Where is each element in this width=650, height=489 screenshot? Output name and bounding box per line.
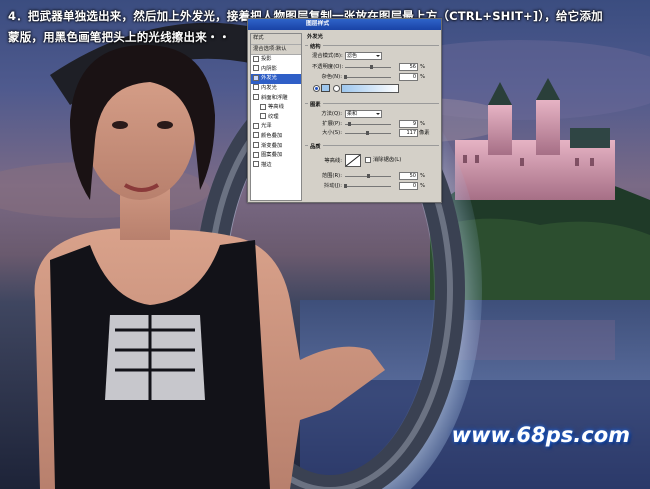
- jitter-label: 抖动(J):: [323, 183, 342, 189]
- style-item[interactable]: 光泽: [251, 122, 301, 132]
- gradient-radio[interactable]: [333, 85, 340, 92]
- size-slider[interactable]: [345, 131, 391, 135]
- blend-mode-dropdown[interactable]: 滤色: [345, 52, 382, 60]
- spread-label: 扩展(P):: [322, 121, 342, 127]
- style-item-label: 纹理: [268, 113, 279, 120]
- opacity-slider-knob[interactable]: [369, 65, 373, 69]
- style-checkbox[interactable]: [253, 142, 259, 149]
- quality-title: 品质: [308, 142, 323, 150]
- range-slider[interactable]: [345, 174, 391, 178]
- style-item-label: 颜色叠加: [261, 132, 283, 139]
- glow-gradient-picker[interactable]: [341, 84, 399, 93]
- range-field[interactable]: 50: [399, 172, 418, 180]
- jitter-slider-knob[interactable]: [344, 184, 347, 188]
- style-item-label: 渐变叠加: [261, 142, 283, 149]
- opacity-field[interactable]: 56: [399, 63, 418, 71]
- layer-style-dialog: 图层样式 样式 混合选项:默认 投影 内阴影 外发光 内发光 斜面和浮雕 等高线 纹理 光泽 颜色叠…: [247, 18, 442, 203]
- style-item-label: 内阴影: [261, 65, 277, 72]
- style-item-label: 等高线: [268, 104, 284, 111]
- spread-slider-knob[interactable]: [348, 122, 352, 126]
- style-item-label: 光泽: [261, 123, 272, 130]
- outer-glow-panel: 外发光 结构 混合模式(B): 滤色 不透明度(O): 56 % 杂色(N): …: [305, 33, 439, 201]
- style-item-label: 描边: [261, 161, 272, 168]
- style-checkbox[interactable]: [253, 65, 259, 72]
- structure-group: 结构 混合模式(B): 滤色 不透明度(O): 56 % 杂色(N): 0 %: [305, 42, 439, 96]
- dialog-title: 图层样式: [248, 19, 441, 30]
- opacity-unit: %: [420, 64, 426, 70]
- style-item-label: 样式: [253, 35, 264, 41]
- style-item[interactable]: 内发光: [251, 84, 301, 94]
- style-checkbox[interactable]: [260, 113, 266, 120]
- style-checkbox[interactable]: [253, 55, 259, 62]
- noise-field[interactable]: 0: [399, 73, 418, 81]
- spread-field[interactable]: 9: [399, 120, 418, 128]
- contour-label: 等高线:: [324, 158, 342, 164]
- jitter-slider[interactable]: [344, 184, 391, 188]
- style-checkbox[interactable]: [253, 151, 259, 158]
- color-radio[interactable]: [313, 85, 320, 92]
- style-item[interactable]: 外发光: [251, 74, 301, 84]
- spread-slider[interactable]: [345, 122, 391, 126]
- technique-dropdown[interactable]: 柔和: [345, 110, 382, 118]
- elements-title: 图素: [308, 100, 323, 108]
- range-slider-knob[interactable]: [367, 174, 370, 178]
- technique-label: 方法(Q):: [321, 111, 342, 117]
- style-item-label: 外发光: [261, 75, 277, 82]
- opacity-slider[interactable]: [345, 65, 391, 69]
- style-item[interactable]: 内阴影: [251, 65, 301, 75]
- style-checkbox[interactable]: [253, 161, 259, 168]
- quality-group: 品质 等高线: 消除锯齿(L) 范围(R): 50 % 抖动(J): 0 %: [305, 142, 439, 202]
- style-checkbox[interactable]: [260, 103, 266, 110]
- style-checkbox[interactable]: [253, 84, 259, 91]
- style-item-label: 投影: [261, 56, 272, 63]
- style-item[interactable]: 纹理: [251, 113, 301, 123]
- noise-unit: %: [420, 74, 426, 80]
- elements-group: 图素 方法(Q): 柔和 扩展(P): 9 % 大小(S): 117 像素: [305, 100, 439, 138]
- noise-slider-knob[interactable]: [344, 75, 347, 79]
- styles-list: 样式混合选项:默认投影内阴影外发光内发光斜面和浮雕等高线纹理光泽颜色叠加渐变叠加…: [250, 33, 302, 201]
- size-label: 大小(S):: [322, 130, 342, 136]
- noise-slider[interactable]: [344, 75, 391, 79]
- style-item-label: 图案叠加: [261, 152, 283, 159]
- jitter-field[interactable]: 0: [399, 182, 418, 190]
- panel-title: 外发光: [307, 34, 323, 40]
- range-label: 范围(R):: [321, 173, 342, 179]
- style-item-label: 混合选项:默认: [253, 45, 287, 52]
- jitter-unit: %: [420, 183, 426, 189]
- size-slider-knob[interactable]: [365, 131, 369, 135]
- glow-color-swatch[interactable]: [321, 84, 330, 92]
- style-item[interactable]: 颜色叠加: [251, 132, 301, 142]
- style-item[interactable]: 渐变叠加: [251, 142, 301, 152]
- style-item-label: 内发光: [261, 84, 277, 91]
- contour-curve-icon: [346, 155, 360, 166]
- style-checkbox[interactable]: [253, 132, 259, 139]
- style-checkbox[interactable]: [253, 74, 259, 81]
- antialias-checkbox[interactable]: [365, 157, 371, 163]
- style-item[interactable]: 混合选项:默认: [251, 44, 301, 56]
- style-checkbox[interactable]: [253, 122, 259, 129]
- spread-unit: %: [420, 121, 426, 127]
- structure-title: 结构: [308, 42, 323, 50]
- opacity-label: 不透明度(O):: [312, 64, 344, 70]
- antialias-label: 消除锯齿(L): [373, 157, 402, 163]
- style-item[interactable]: 图案叠加: [251, 151, 301, 161]
- style-item[interactable]: 等高线: [251, 103, 301, 113]
- site-watermark: www.68ps.com: [451, 423, 630, 447]
- noise-label: 杂色(N):: [321, 74, 342, 80]
- style-checkbox[interactable]: [253, 94, 259, 101]
- range-unit: %: [420, 173, 426, 179]
- contour-picker[interactable]: [345, 154, 361, 167]
- style-item[interactable]: 投影: [251, 55, 301, 65]
- style-item[interactable]: 描边: [251, 161, 301, 171]
- blend-mode-label: 混合模式(B):: [312, 53, 343, 59]
- size-unit: 像素: [419, 130, 430, 136]
- style-item[interactable]: 斜面和浮雕: [251, 94, 301, 104]
- style-item-label: 斜面和浮雕: [261, 94, 288, 101]
- style-item[interactable]: 样式: [251, 34, 301, 45]
- size-field[interactable]: 117: [399, 129, 418, 137]
